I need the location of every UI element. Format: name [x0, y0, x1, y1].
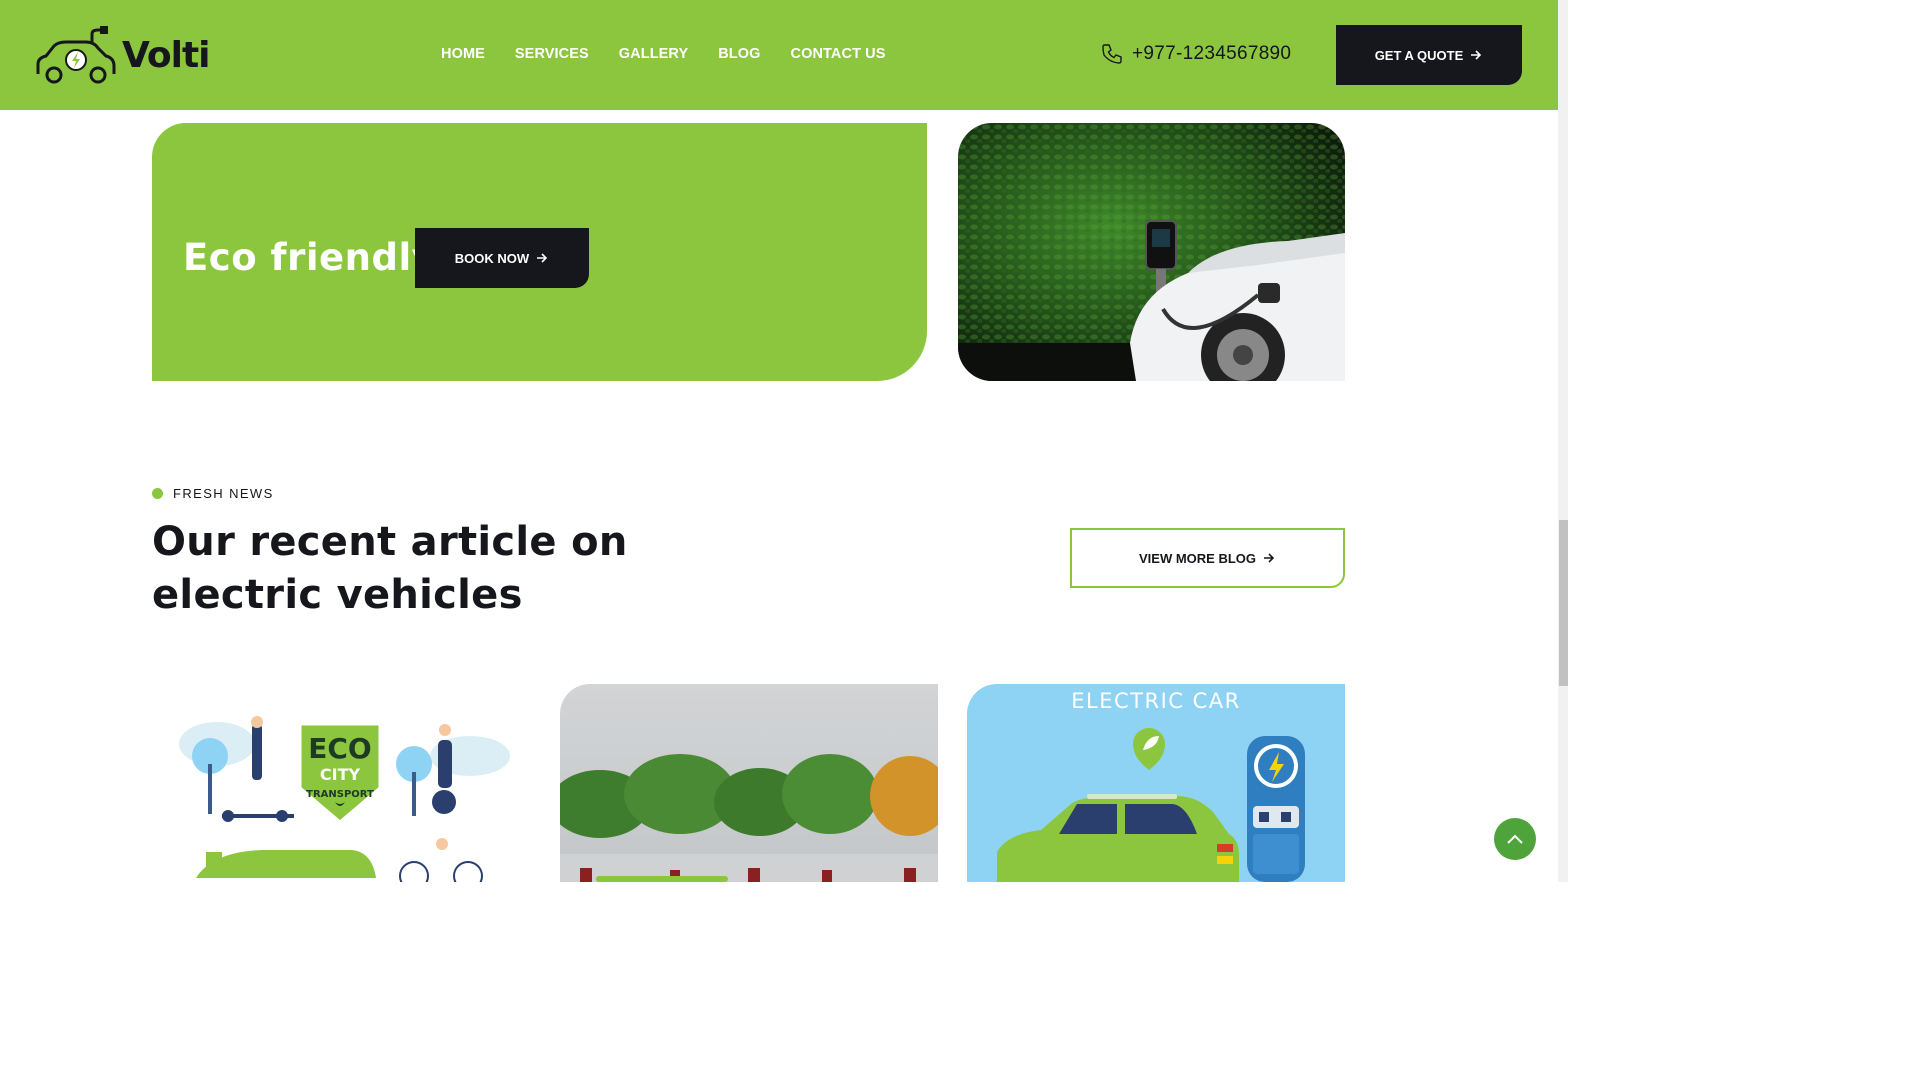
- nav-home[interactable]: HOME: [441, 46, 485, 62]
- eco-banner-title: Eco friendly: [183, 236, 437, 279]
- logo[interactable]: Volti: [34, 26, 211, 84]
- get-a-quote-button[interactable]: GET A QUOTE: [1336, 25, 1522, 85]
- kicker-dot-icon: [152, 488, 163, 499]
- main-nav: HOME SERVICES GALLERY BLOG CONTACT US: [441, 46, 916, 62]
- back-to-top-button[interactable]: [1494, 818, 1536, 860]
- scrollbar-track[interactable]: [1558, 0, 1568, 882]
- article-card-2[interactable]: [560, 684, 938, 882]
- article-card-3[interactable]: ELECTRIC CAR: [967, 684, 1345, 882]
- site-header: Volti HOME SERVICES GALLERY BLOG CONTACT…: [0, 0, 1558, 110]
- phone-icon: [1102, 44, 1122, 64]
- get-a-quote-label: GET A QUOTE: [1374, 47, 1464, 63]
- nav-services[interactable]: SERVICES: [515, 46, 589, 62]
- car-plug-logo-icon: [36, 26, 116, 84]
- arrow-right-icon: [537, 253, 548, 263]
- scrollbar-thumb[interactable]: [1559, 520, 1568, 686]
- nav-gallery[interactable]: GALLERY: [619, 46, 688, 62]
- chevron-up-icon: [1507, 834, 1523, 844]
- arrow-right-icon: [1264, 553, 1275, 563]
- section-title: Our recent article on electric vehicles: [152, 519, 628, 618]
- book-now-label: BOOK NOW: [454, 250, 530, 266]
- book-now-button[interactable]: BOOK NOW: [415, 228, 589, 288]
- nav-blog[interactable]: BLOG: [718, 46, 760, 62]
- page: Volti HOME SERVICES GALLERY BLOG CONTACT…: [0, 0, 1568, 882]
- eco-city-illustration: ECO CITY TRANSPORT: [179, 716, 510, 882]
- logo-text: Volti: [122, 34, 211, 76]
- view-more-blog-button[interactable]: VIEW MORE BLOG: [1070, 528, 1345, 588]
- article-card-1[interactable]: ECO CITY TRANSPORT: [152, 684, 530, 882]
- electric-car-illustration: [997, 728, 1305, 882]
- eco-badge-line2: CITY: [320, 765, 361, 784]
- section-kicker: FRESH NEWS: [152, 486, 274, 501]
- kicker-label: FRESH NEWS: [173, 486, 274, 501]
- eco-badge-line1: ECO: [308, 732, 371, 765]
- eco-badge-line3: TRANSPORT: [306, 789, 374, 800]
- phone-number: +977-1234567890: [1132, 43, 1292, 64]
- phone-link[interactable]: +977-1234567890: [1100, 42, 1291, 66]
- nav-contact-us[interactable]: CONTACT US: [791, 46, 886, 62]
- view-more-blog-label: VIEW MORE BLOG: [1139, 550, 1256, 566]
- arrow-right-icon: [1471, 50, 1482, 60]
- charging-station-photo: [560, 684, 938, 882]
- ev-charging-photo: [958, 123, 1345, 381]
